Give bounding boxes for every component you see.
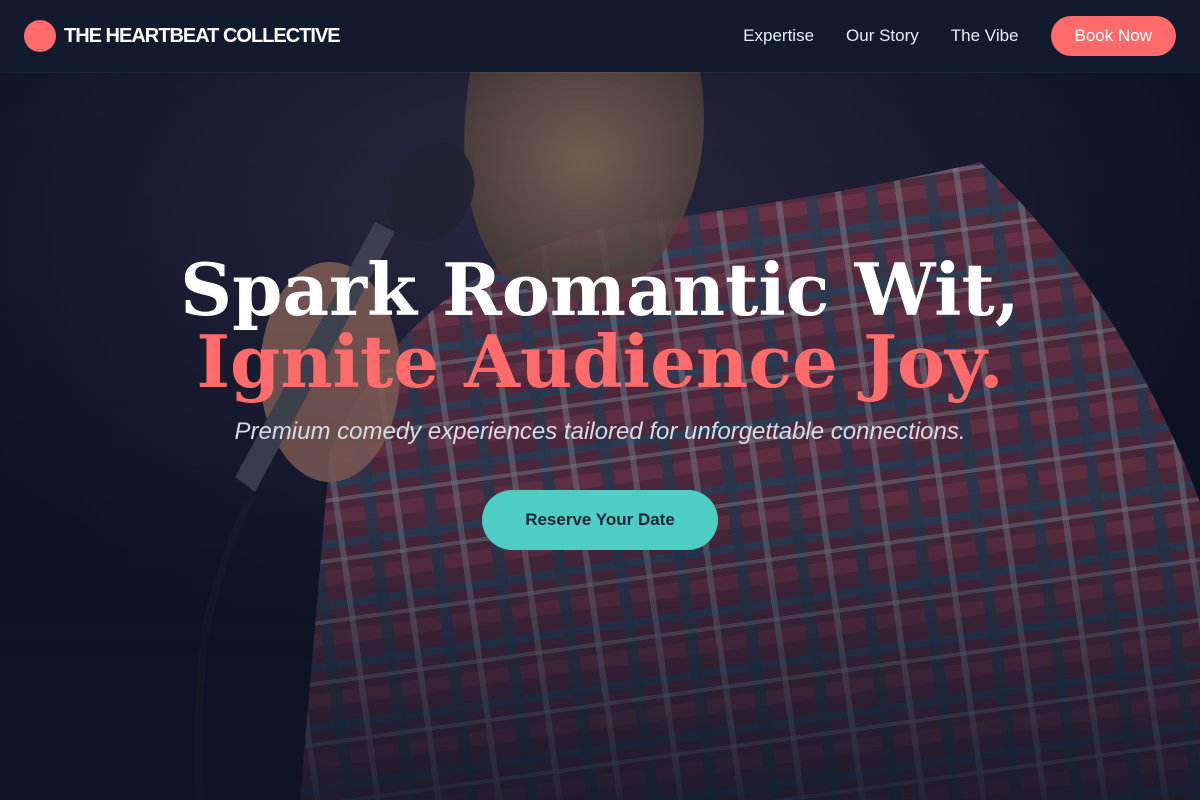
reserve-date-button[interactable]: Reserve Your Date: [482, 490, 718, 550]
nav-link-expertise[interactable]: Expertise: [743, 26, 814, 46]
hero-headline-line2: Ignite Audience Joy.: [196, 319, 1004, 404]
hero-subtitle: Premium comedy experiences tailored for …: [234, 418, 966, 445]
nav-link-the-vibe[interactable]: The Vibe: [951, 26, 1019, 46]
hero-headline-line1: Spark Romantic Wit,: [180, 247, 1020, 332]
site-header: THE HEARTBEAT COLLECTIVE Expertise Our S…: [0, 0, 1200, 72]
brand-logo-icon: [24, 20, 56, 52]
brand-name: THE HEARTBEAT COLLECTIVE: [64, 24, 341, 47]
main-nav: Expertise Our Story The Vibe Book Now: [743, 16, 1176, 56]
book-now-button[interactable]: Book Now: [1050, 16, 1176, 56]
nav-link-our-story[interactable]: Our Story: [846, 26, 919, 46]
brand[interactable]: THE HEARTBEAT COLLECTIVE: [24, 20, 341, 52]
hero-section: Spark Romantic Wit, Ignite Audience Joy.…: [0, 72, 1200, 800]
hero-content: Spark Romantic Wit, Ignite Audience Joy.…: [0, 72, 1200, 800]
